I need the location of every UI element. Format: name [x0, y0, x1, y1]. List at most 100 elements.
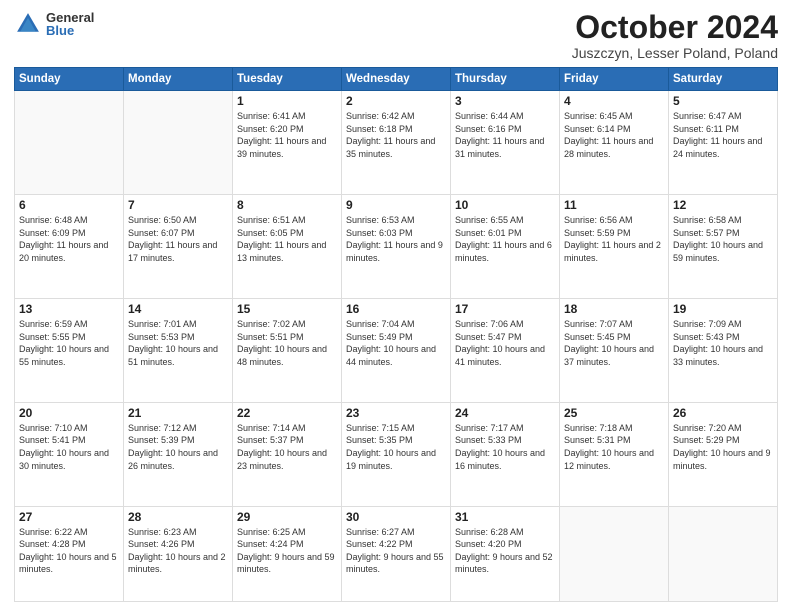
calendar-header-thursday: Thursday	[451, 68, 560, 91]
calendar-week-3: 13Sunrise: 6:59 AM Sunset: 5:55 PM Dayli…	[15, 298, 778, 402]
day-info: Sunrise: 7:09 AM Sunset: 5:43 PM Dayligh…	[673, 318, 773, 368]
calendar-week-1: 1 Sunrise: 6:41 AM Sunset: 6:20 PM Daylig…	[15, 91, 778, 195]
calendar-cell: 30Sunrise: 6:27 AM Sunset: 4:22 PM Dayli…	[342, 506, 451, 601]
calendar-cell: 2Sunrise: 6:42 AM Sunset: 6:18 PM Daylig…	[342, 91, 451, 195]
calendar-cell: 6Sunrise: 6:48 AM Sunset: 6:09 PM Daylig…	[15, 195, 124, 299]
title-block: October 2024 Juszczyn, Lesser Poland, Po…	[572, 10, 778, 61]
day-number: 17	[455, 302, 555, 316]
location: Juszczyn, Lesser Poland, Poland	[572, 45, 778, 61]
calendar-header-sunday: Sunday	[15, 68, 124, 91]
calendar-week-4: 20 Sunrise: 7:10 AM Sunset: 5:41 PM Dayli…	[15, 402, 778, 506]
calendar-cell: 5 Sunrise: 6:47 AM Sunset: 6:11 PM Daylig…	[669, 91, 778, 195]
calendar-cell: 21 Sunrise: 7:12 AM Sunset: 5:39 PM Dayli…	[124, 402, 233, 506]
calendar-cell: 22Sunrise: 7:14 AM Sunset: 5:37 PM Dayli…	[233, 402, 342, 506]
header: General Blue October 2024 Juszczyn, Less…	[14, 10, 778, 61]
day-info: Sunrise: 6:22 AM Sunset: 4:28 PM Dayligh…	[19, 526, 119, 576]
day-number: 21	[128, 406, 228, 420]
calendar-cell: 1 Sunrise: 6:41 AM Sunset: 6:20 PM Daylig…	[233, 91, 342, 195]
calendar-header-friday: Friday	[560, 68, 669, 91]
calendar-cell: 8Sunrise: 6:51 AM Sunset: 6:05 PM Daylig…	[233, 195, 342, 299]
page: General Blue October 2024 Juszczyn, Less…	[0, 0, 792, 612]
day-info: Sunrise: 6:51 AM Sunset: 6:05 PM Dayligh…	[237, 214, 337, 264]
day-number: 23	[346, 406, 446, 420]
day-info: Sunrise: 6:58 AM Sunset: 5:57 PM Dayligh…	[673, 214, 773, 264]
calendar-header-wednesday: Wednesday	[342, 68, 451, 91]
calendar-header-saturday: Saturday	[669, 68, 778, 91]
day-number: 5	[673, 94, 773, 108]
calendar-cell: 29 Sunrise: 6:25 AM Sunset: 4:24 PM Dayli…	[233, 506, 342, 601]
day-number: 9	[346, 198, 446, 212]
day-info: Sunrise: 7:04 AM Sunset: 5:49 PM Dayligh…	[346, 318, 446, 368]
day-number: 29	[237, 510, 337, 524]
day-number: 1	[237, 94, 337, 108]
day-info: Sunrise: 6:47 AM Sunset: 6:11 PM Dayligh…	[673, 110, 773, 160]
calendar-cell: 16 Sunrise: 7:04 AM Sunset: 5:49 PM Dayli…	[342, 298, 451, 402]
logo: General Blue	[14, 10, 94, 38]
day-number: 12	[673, 198, 773, 212]
day-info: Sunrise: 7:07 AM Sunset: 5:45 PM Dayligh…	[564, 318, 664, 368]
day-info: Sunrise: 6:44 AM Sunset: 6:16 PM Dayligh…	[455, 110, 555, 160]
day-number: 4	[564, 94, 664, 108]
day-number: 28	[128, 510, 228, 524]
day-info: Sunrise: 6:41 AM Sunset: 6:20 PM Dayligh…	[237, 110, 337, 160]
day-number: 18	[564, 302, 664, 316]
day-number: 25	[564, 406, 664, 420]
calendar-cell	[15, 91, 124, 195]
day-number: 15	[237, 302, 337, 316]
logo-icon	[14, 10, 42, 38]
day-info: Sunrise: 6:55 AM Sunset: 6:01 PM Dayligh…	[455, 214, 555, 264]
day-info: Sunrise: 7:10 AM Sunset: 5:41 PM Dayligh…	[19, 422, 119, 472]
day-number: 20	[19, 406, 119, 420]
day-number: 22	[237, 406, 337, 420]
calendar-header-monday: Monday	[124, 68, 233, 91]
calendar-header-row: SundayMondayTuesdayWednesdayThursdayFrid…	[15, 68, 778, 91]
calendar-cell: 28 Sunrise: 6:23 AM Sunset: 4:26 PM Dayli…	[124, 506, 233, 601]
calendar-cell: 4Sunrise: 6:45 AM Sunset: 6:14 PM Daylig…	[560, 91, 669, 195]
day-info: Sunrise: 7:15 AM Sunset: 5:35 PM Dayligh…	[346, 422, 446, 472]
calendar-cell: 24Sunrise: 7:17 AM Sunset: 5:33 PM Dayli…	[451, 402, 560, 506]
calendar-cell: 14Sunrise: 7:01 AM Sunset: 5:53 PM Dayli…	[124, 298, 233, 402]
day-info: Sunrise: 6:25 AM Sunset: 4:24 PM Dayligh…	[237, 526, 337, 576]
day-info: Sunrise: 7:12 AM Sunset: 5:39 PM Dayligh…	[128, 422, 228, 472]
day-number: 13	[19, 302, 119, 316]
calendar-cell: 11Sunrise: 6:56 AM Sunset: 5:59 PM Dayli…	[560, 195, 669, 299]
calendar-cell: 3Sunrise: 6:44 AM Sunset: 6:16 PM Daylig…	[451, 91, 560, 195]
day-info: Sunrise: 6:28 AM Sunset: 4:20 PM Dayligh…	[455, 526, 555, 576]
day-number: 26	[673, 406, 773, 420]
calendar-cell: 27Sunrise: 6:22 AM Sunset: 4:28 PM Dayli…	[15, 506, 124, 601]
calendar-cell	[669, 506, 778, 601]
calendar-cell: 13Sunrise: 6:59 AM Sunset: 5:55 PM Dayli…	[15, 298, 124, 402]
day-number: 16	[346, 302, 446, 316]
day-info: Sunrise: 7:01 AM Sunset: 5:53 PM Dayligh…	[128, 318, 228, 368]
calendar-week-2: 6Sunrise: 6:48 AM Sunset: 6:09 PM Daylig…	[15, 195, 778, 299]
day-info: Sunrise: 6:56 AM Sunset: 5:59 PM Dayligh…	[564, 214, 664, 264]
month-title: October 2024	[572, 10, 778, 45]
calendar-cell: 17 Sunrise: 7:06 AM Sunset: 5:47 PM Dayli…	[451, 298, 560, 402]
day-number: 31	[455, 510, 555, 524]
logo-blue: Blue	[46, 24, 94, 37]
calendar-cell: 15 Sunrise: 7:02 AM Sunset: 5:51 PM Dayli…	[233, 298, 342, 402]
calendar-cell: 7 Sunrise: 6:50 AM Sunset: 6:07 PM Daylig…	[124, 195, 233, 299]
day-info: Sunrise: 7:18 AM Sunset: 5:31 PM Dayligh…	[564, 422, 664, 472]
calendar-cell: 20 Sunrise: 7:10 AM Sunset: 5:41 PM Dayli…	[15, 402, 124, 506]
calendar-cell: 9Sunrise: 6:53 AM Sunset: 6:03 PM Daylig…	[342, 195, 451, 299]
day-info: Sunrise: 7:02 AM Sunset: 5:51 PM Dayligh…	[237, 318, 337, 368]
day-number: 10	[455, 198, 555, 212]
day-number: 19	[673, 302, 773, 316]
calendar-cell: 23 Sunrise: 7:15 AM Sunset: 5:35 PM Dayli…	[342, 402, 451, 506]
calendar-cell	[560, 506, 669, 601]
calendar: SundayMondayTuesdayWednesdayThursdayFrid…	[14, 67, 778, 602]
day-info: Sunrise: 6:23 AM Sunset: 4:26 PM Dayligh…	[128, 526, 228, 576]
calendar-cell: 31 Sunrise: 6:28 AM Sunset: 4:20 PM Dayli…	[451, 506, 560, 601]
calendar-header-tuesday: Tuesday	[233, 68, 342, 91]
day-number: 7	[128, 198, 228, 212]
day-info: Sunrise: 6:42 AM Sunset: 6:18 PM Dayligh…	[346, 110, 446, 160]
day-info: Sunrise: 7:06 AM Sunset: 5:47 PM Dayligh…	[455, 318, 555, 368]
day-info: Sunrise: 6:50 AM Sunset: 6:07 PM Dayligh…	[128, 214, 228, 264]
day-info: Sunrise: 6:48 AM Sunset: 6:09 PM Dayligh…	[19, 214, 119, 264]
calendar-cell: 12 Sunrise: 6:58 AM Sunset: 5:57 PM Dayli…	[669, 195, 778, 299]
logo-text: General Blue	[46, 11, 94, 37]
day-info: Sunrise: 6:27 AM Sunset: 4:22 PM Dayligh…	[346, 526, 446, 576]
calendar-week-5: 27Sunrise: 6:22 AM Sunset: 4:28 PM Dayli…	[15, 506, 778, 601]
day-info: Sunrise: 7:17 AM Sunset: 5:33 PM Dayligh…	[455, 422, 555, 472]
